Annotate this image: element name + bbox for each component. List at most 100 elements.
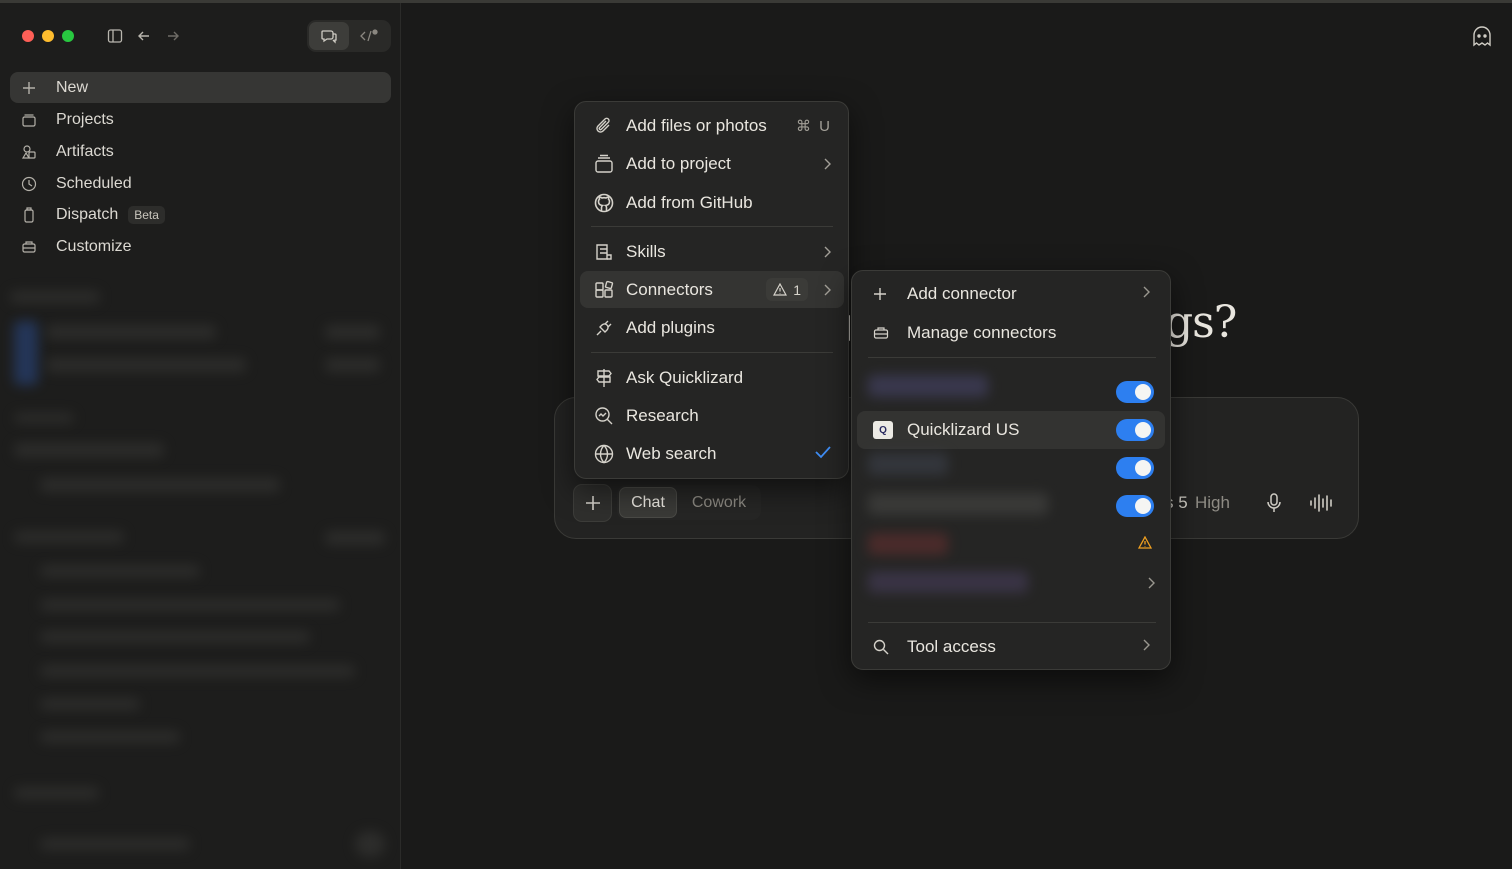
customize-icon [20, 238, 38, 256]
menu-item-label: Quicklizard US [907, 420, 1020, 439]
paperclip-icon [593, 115, 615, 137]
sidebar-item-label: Customize [56, 237, 132, 255]
blurred-connector-name [868, 571, 1028, 593]
sidebar-item-label: Artifacts [56, 142, 114, 160]
manage-connectors-menu-item[interactable]: Manage connectors [857, 314, 1165, 352]
add-from-github-menu-item[interactable]: Add from GitHub [580, 184, 844, 221]
add-connector-menu-item[interactable]: Add connector [857, 275, 1165, 313]
mode-switcher [307, 20, 391, 52]
skills-menu-item[interactable]: Skills [580, 233, 844, 270]
menu-item-label: Add to project [626, 153, 731, 173]
blurred-section-header [10, 291, 100, 303]
checkmark-icon [814, 444, 832, 464]
back-arrow-icon[interactable] [133, 25, 155, 47]
menu-divider [591, 226, 833, 227]
minimize-window-button[interactable] [42, 30, 54, 42]
menu-item-label: Ask Quicklizard [626, 367, 744, 387]
menu-divider [868, 622, 1156, 623]
blurred-connector-name [868, 493, 1048, 515]
blurred-user-name [40, 838, 190, 850]
chat-mode-button[interactable]: Chat [619, 487, 677, 518]
chevron-right-icon [822, 157, 832, 171]
blurred-list-item [40, 631, 310, 643]
sidebar-item-scheduled[interactable]: Scheduled [10, 168, 391, 199]
add-to-project-menu-item[interactable]: Add to project [580, 145, 844, 182]
menu-item-label: Add from GitHub [626, 192, 753, 212]
menu-item-label: Tool access [907, 637, 996, 656]
blurred-connector-name [868, 533, 948, 555]
menu-item-label: Manage connectors [907, 323, 1057, 342]
chevron-right-icon [822, 245, 832, 259]
blurred-list-item [325, 358, 380, 372]
connectors-submenu: Add connector Manage connectors Q Quickl… [851, 270, 1171, 670]
microphone-icon[interactable] [1264, 492, 1284, 514]
connector-toggle[interactable] [1116, 381, 1154, 403]
research-menu-item[interactable]: Research [580, 397, 844, 434]
effort-selector[interactable]: High [1195, 493, 1230, 513]
quicklizard-toggle[interactable] [1116, 419, 1154, 441]
menu-item-label: Add connector [907, 284, 1017, 303]
add-attachment-button[interactable] [573, 484, 612, 522]
attach-menu: Add files or photos ⌘ U Add to project A… [574, 101, 849, 479]
sidebar-item-label: Scheduled [56, 174, 132, 192]
blurred-list-item [40, 665, 355, 677]
forward-arrow-icon[interactable] [162, 25, 184, 47]
cowork-mode-button[interactable]: Cowork [679, 487, 759, 518]
menu-item-label: Skills [626, 241, 666, 261]
menu-divider [591, 352, 833, 353]
blurred-connector-name [868, 453, 948, 475]
blurred-list-item [14, 443, 164, 457]
blurred-list-item [40, 698, 140, 710]
sidebar-item-customize[interactable]: Customize [10, 231, 391, 262]
ask-quicklizard-menu-item[interactable]: Ask Quicklizard [580, 359, 844, 396]
blurred-list-item [40, 478, 280, 492]
web-search-menu-item[interactable]: Web search [580, 435, 844, 472]
sidebar-item-label: Dispatch [56, 205, 119, 223]
tool-access-menu-item[interactable]: Tool access [857, 628, 1165, 666]
blurred-connector-name [868, 375, 988, 397]
search-icon [873, 637, 897, 657]
menu-item-label: Web search [626, 443, 717, 463]
signpost-icon [593, 367, 615, 389]
ghost-icon[interactable] [1470, 25, 1494, 49]
globe-icon [593, 443, 615, 465]
connector-toggle[interactable] [1116, 457, 1154, 479]
sidebar-item-projects[interactable]: Projects [10, 104, 391, 135]
app-window: New Projects Artifacts Scheduled Dispatc… [0, 0, 1512, 869]
menu-item-label: Add files or photos [626, 115, 767, 135]
sidebar-toggle-icon[interactable] [104, 25, 126, 47]
voice-mode-icon[interactable] [1309, 492, 1335, 514]
connector-warning-badge: 1 [766, 278, 808, 301]
blurred-list-item [46, 325, 216, 339]
blurred-list-item [40, 731, 180, 743]
blurred-section-header [14, 413, 74, 423]
plus-icon [585, 496, 600, 510]
dispatch-icon [20, 206, 38, 224]
warning-icon [773, 283, 788, 296]
research-icon [593, 405, 615, 427]
menu-item-label: Add plugins [626, 317, 715, 337]
add-plugins-menu-item[interactable]: Add plugins [580, 309, 844, 346]
sidebar-item-artifacts[interactable]: Artifacts [10, 136, 391, 167]
mode-segmented-control: Chat Cowork [617, 485, 761, 520]
add-files-menu-item[interactable]: Add files or photos ⌘ U [580, 107, 844, 144]
connectors-menu-item[interactable]: Connectors 1 [580, 271, 844, 308]
blurred-list-item [325, 325, 380, 339]
keyboard-shortcut: ⌘ U [796, 117, 832, 135]
menu-divider [868, 357, 1156, 358]
sidebar-item-dispatch[interactable]: Dispatch Beta [10, 199, 391, 230]
blurred-list-item [325, 531, 385, 545]
blurred-list-item [40, 599, 340, 611]
skills-icon [593, 241, 615, 263]
sidebar: New Projects Artifacts Scheduled Dispatc… [0, 3, 401, 869]
close-window-button[interactable] [22, 30, 34, 42]
sidebar-item-new[interactable]: New [10, 72, 391, 103]
blurred-list-item [40, 565, 200, 577]
beta-badge: Beta [128, 205, 165, 224]
chat-mode-icon[interactable] [309, 22, 349, 50]
connector-toggle[interactable] [1116, 495, 1154, 517]
maximize-window-button[interactable] [62, 30, 74, 42]
plug-icon [593, 317, 615, 339]
artifacts-icon [20, 143, 38, 161]
code-mode-icon[interactable] [349, 22, 389, 50]
